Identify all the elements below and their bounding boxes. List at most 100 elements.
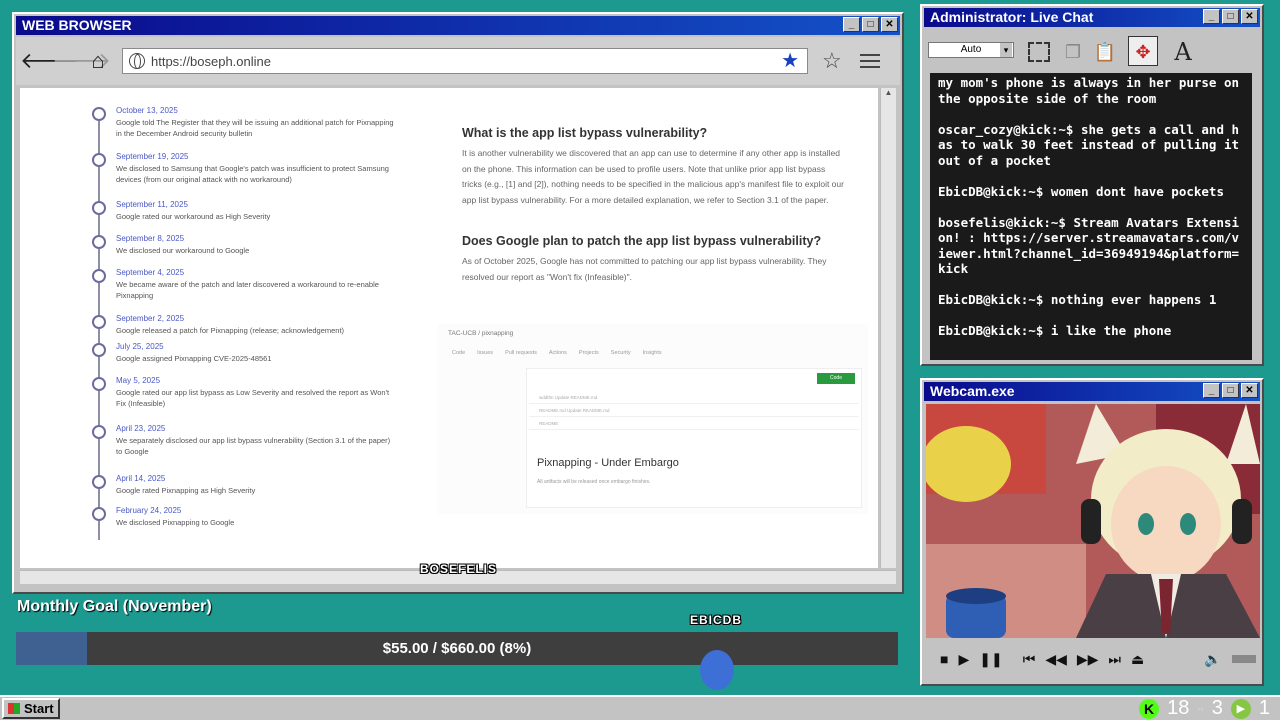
- chat-username: bosefelis@kick:~$: [938, 214, 1066, 230]
- goal-progress-text: $55.00 / $660.00 (8%): [382, 640, 532, 657]
- timeline-desc: Google rated our workaround as High Seve…: [116, 212, 271, 221]
- address-bar[interactable]: https://boseph.online ★: [122, 48, 808, 74]
- github-tab: Code: [452, 350, 466, 356]
- close-button[interactable]: ✕: [1241, 383, 1258, 398]
- bookmark-star-icon[interactable]: ☆: [822, 48, 842, 74]
- timeline-date: September 19, 2025: [116, 152, 189, 161]
- github-file-row: README: [529, 417, 859, 430]
- rumble-icon: ▶: [1230, 698, 1251, 719]
- volume-icon[interactable]: 🔈: [1204, 651, 1221, 668]
- github-tabs: Code Issues Pull requests Actions Projects Se…: [452, 350, 662, 356]
- github-screenshot: TAC-UCB / pixnapping Code Issues Pull requ…: [438, 324, 868, 514]
- skip-forward-icon[interactable]: ⏭: [1108, 651, 1121, 668]
- volume-slider[interactable]: [1231, 655, 1256, 663]
- kick-icon: K: [1139, 698, 1160, 719]
- scroll-up-arrow-icon[interactable]: ▲: [881, 88, 896, 102]
- font-size-select[interactable]: Auto: [928, 42, 1014, 58]
- maximize-button[interactable]: □: [1222, 383, 1239, 398]
- close-button[interactable]: ✕: [1241, 9, 1258, 24]
- chat-text: nothing ever happens 1: [1050, 292, 1217, 307]
- chat-username: EbicDB@kick:~$: [938, 323, 1044, 338]
- start-button[interactable]: Start: [2, 698, 60, 719]
- chat-titlebar[interactable]: Administrator: Live Chat _ □ ✕: [924, 8, 1260, 27]
- timeline-dot: [92, 507, 106, 521]
- chat-message: EbicDB@kick:~$ i like the phone: [938, 323, 1246, 339]
- page-content: October 13, 2025 Google told The Register…: [20, 88, 878, 568]
- minimize-button[interactable]: _: [1203, 383, 1220, 398]
- github-tab: Insights: [642, 350, 662, 356]
- back-arrow-icon[interactable]: 🡐: [20, 46, 79, 76]
- timeline-date: July 25, 2025: [116, 342, 164, 351]
- select-area-icon[interactable]: [1024, 36, 1054, 66]
- timeline-dot: [92, 343, 106, 357]
- browser-titlebar[interactable]: WEB BROWSER _ □ ✕: [16, 16, 900, 35]
- timeline-desc: Google released a patch for Pixnapping (…: [116, 326, 345, 335]
- browser-toolbar: 🡐 🡒 ⌂ https://boseph.online ★ ☆: [16, 37, 900, 85]
- github-tab: Issues: [477, 350, 494, 356]
- follower-count: 3: [1211, 697, 1223, 719]
- taskbar: Start K 18 ◦◦ 3 ▶ 1: [0, 695, 1280, 720]
- timeline-date: May 5, 2025: [116, 376, 161, 385]
- avatar-name-label: EBICDB: [690, 613, 743, 627]
- chat-message: EbicDB@kick:~$ women dont have pockets: [938, 184, 1246, 200]
- play-icon[interactable]: ▶: [958, 651, 969, 668]
- media-controls: ■ ▶ ❚❚ ⏮ ◀◀ ▶▶ ⏭ ⏏ 🔈: [926, 644, 1260, 674]
- webcam-video: [926, 404, 1260, 638]
- github-tab: Security: [610, 350, 631, 356]
- timeline-desc: Google told The Register that they will …: [116, 118, 394, 138]
- chat-message: my mom's phone is always in her purse on…: [938, 75, 1246, 106]
- close-button[interactable]: ✕: [881, 17, 898, 32]
- viewer-count: 18: [1167, 697, 1190, 719]
- chat-username: EbicDB@kick:~$: [938, 183, 1044, 199]
- timeline-desc: We disclosed our workaround to Google: [116, 246, 250, 255]
- timeline-date: October 13, 2025: [116, 106, 178, 115]
- fast-forward-icon[interactable]: ▶▶: [1077, 651, 1099, 668]
- minimize-button[interactable]: _: [1203, 9, 1220, 24]
- timeline-date: February 24, 2025: [116, 506, 182, 515]
- bookmarked-star-icon[interactable]: ★: [781, 50, 799, 72]
- timeline-dot: [92, 425, 106, 439]
- avatar-name-label: BOSEFELIS: [420, 562, 498, 576]
- maximize-button[interactable]: □: [862, 17, 879, 32]
- font-icon[interactable]: A: [1168, 36, 1198, 66]
- home-icon[interactable]: ⌂: [84, 46, 112, 76]
- chat-message: oscar_cozy@kick:~$ she gets a call and h…: [938, 122, 1246, 169]
- timeline-dot: [92, 153, 106, 167]
- skip-back-icon[interactable]: ⏮: [1023, 651, 1036, 668]
- url-text: https://boseph.online: [151, 53, 271, 69]
- rewind-icon[interactable]: ◀◀: [1045, 651, 1067, 668]
- forward-arrow-icon[interactable]: 🡒: [52, 46, 111, 76]
- webcam-title: Webcam.exe: [930, 383, 1015, 399]
- timeline-desc: We disclosed to Samsung that Google's pa…: [116, 164, 389, 184]
- timeline-desc: We separately disclosed our app list byp…: [116, 436, 391, 456]
- hamburger-menu-icon[interactable]: [859, 50, 880, 72]
- github-breadcrumb: TAC-UCB / pixnapping: [448, 330, 514, 337]
- timeline-date: September 8, 2025: [116, 234, 185, 243]
- timeline-desc: Google rated our app list bypass as Low …: [116, 388, 390, 408]
- timeline-dot: [92, 475, 106, 489]
- pause-icon[interactable]: ❚❚: [979, 651, 1002, 668]
- system-tray: K 18 ◦◦ 3 ▶ 1: [1139, 697, 1270, 720]
- faq-answer-1: It is another vulnerability we discovere…: [462, 148, 844, 205]
- copy-icon[interactable]: ❐: [1058, 36, 1088, 66]
- webcam-window: Webcam.exe _ □ ✕ ■ ▶ ❚❚ ⏮ ◀◀ ▶▶ ⏭ ⏏ 🔈: [920, 378, 1264, 686]
- move-icon[interactable]: ✥: [1128, 36, 1158, 66]
- minimize-button[interactable]: _: [843, 17, 860, 32]
- faq-question-1: What is the app list bypass vulnerabilit…: [462, 126, 708, 140]
- timeline-date: September 4, 2025: [116, 268, 185, 277]
- timeline-desc: Google assigned Pixnapping CVE-2025-4856…: [116, 354, 272, 363]
- stop-icon[interactable]: ■: [940, 651, 948, 667]
- chat-title: Administrator: Live Chat: [930, 9, 1094, 25]
- vertical-scrollbar[interactable]: ▲: [880, 88, 896, 568]
- timeline-date: April 14, 2025: [116, 474, 166, 483]
- eject-icon[interactable]: ⏏: [1131, 651, 1144, 668]
- timeline-desc: Google rated Pixnapping as High Severity: [116, 486, 256, 495]
- chat-text: women dont have pockets: [1050, 183, 1224, 199]
- webcam-titlebar[interactable]: Webcam.exe _ □ ✕: [924, 382, 1260, 401]
- github-tab: Actions: [548, 350, 567, 356]
- maximize-button[interactable]: □: [1222, 9, 1239, 24]
- paste-icon[interactable]: 📋: [1090, 36, 1120, 66]
- timeline-dot: [92, 269, 106, 283]
- chat-log: my mom's phone is always in her purse on…: [930, 73, 1252, 360]
- chat-window: Administrator: Live Chat _ □ ✕ Auto ❐ 📋 …: [920, 4, 1264, 366]
